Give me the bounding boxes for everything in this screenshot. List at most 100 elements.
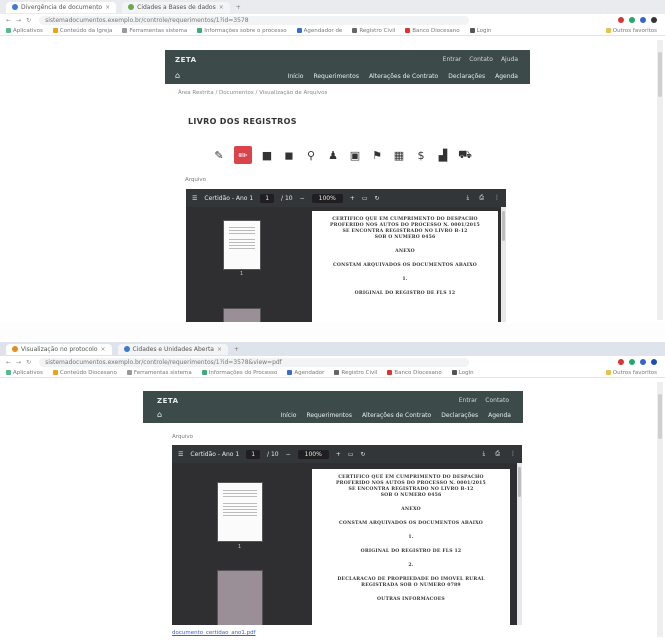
- breadcrumb[interactable]: Área Restrita / Documentos / Visualizaçã…: [178, 90, 327, 96]
- menu-item-agenda[interactable]: Agenda: [495, 73, 518, 80]
- menu-item-declarations[interactable]: Declarações: [448, 73, 485, 80]
- page-number-input[interactable]: 1: [260, 193, 275, 203]
- page-thumbnail[interactable]: [218, 483, 262, 541]
- new-tab-icon[interactable]: +: [236, 4, 241, 11]
- more-options-icon[interactable]: ⋮: [494, 194, 500, 202]
- bookmark[interactable]: Banco Diocesano: [387, 370, 442, 376]
- extension-icon[interactable]: [640, 359, 646, 365]
- bookmark[interactable]: Login: [451, 370, 474, 376]
- close-icon[interactable]: ×: [219, 4, 224, 11]
- user-icon[interactable]: ♟: [326, 148, 340, 162]
- fit-page-icon[interactable]: ▭: [348, 451, 354, 458]
- menu-item-requests[interactable]: Requerimentos: [306, 412, 352, 419]
- rounded-square-icon[interactable]: ◼: [282, 148, 296, 162]
- page-thumbnail[interactable]: [224, 309, 260, 322]
- pdf-scrollbar[interactable]: [517, 463, 522, 625]
- menu-item-requests[interactable]: Requerimentos: [313, 73, 359, 80]
- profile-icon[interactable]: [651, 359, 657, 365]
- menu-item-contract-changes[interactable]: Alterações de Contrato: [369, 73, 438, 80]
- more-options-icon[interactable]: ⋮: [510, 450, 516, 458]
- download-icon[interactable]: ⤓: [483, 450, 486, 458]
- forward-icon[interactable]: →: [16, 17, 21, 24]
- new-tab-icon[interactable]: +: [234, 346, 239, 353]
- browser-tab[interactable]: Cidades e Unidades Aberta ×: [117, 343, 229, 355]
- square-icon[interactable]: ■: [260, 148, 274, 162]
- bookmark[interactable]: Aplicativos: [6, 28, 43, 34]
- forward-icon[interactable]: →: [16, 359, 21, 366]
- fit-page-icon[interactable]: ▭: [362, 195, 368, 202]
- reload-icon[interactable]: ↻: [26, 359, 31, 366]
- bookmark[interactable]: Outros favoritos: [605, 28, 657, 34]
- page-number-input[interactable]: 1: [246, 449, 261, 459]
- url-field[interactable]: sistemadocumentos.exemplo.br/controle/re…: [39, 15, 470, 25]
- zoom-level[interactable]: 100%: [297, 449, 329, 459]
- bookmark[interactable]: Registro Civil: [352, 28, 395, 34]
- browser-tab[interactable]: Divergência de documento ×: [6, 1, 117, 13]
- close-icon[interactable]: ×: [105, 4, 110, 11]
- home-icon[interactable]: ⌂: [157, 410, 162, 419]
- zoom-level[interactable]: 100%: [311, 193, 343, 203]
- extension-icon[interactable]: [640, 17, 646, 23]
- close-icon[interactable]: ×: [217, 346, 222, 353]
- bookmark[interactable]: Banco Diocesano: [405, 28, 460, 34]
- pdf-scrollbar[interactable]: [501, 207, 506, 322]
- menu-icon[interactable]: ☰: [178, 451, 183, 458]
- zoom-in-icon[interactable]: +: [350, 195, 355, 202]
- extension-icon[interactable]: [618, 359, 624, 365]
- print-icon[interactable]: ⎙: [495, 450, 500, 458]
- download-link[interactable]: documento_certidao_ano1.pdf: [172, 630, 256, 636]
- bookmark[interactable]: Ferramentas sistema: [122, 28, 187, 34]
- menu-item-agenda[interactable]: Agenda: [488, 412, 511, 419]
- extension-icon[interactable]: [618, 17, 624, 23]
- site-logo[interactable]: ZETA: [175, 56, 197, 64]
- chart-icon[interactable]: ▟: [436, 148, 450, 162]
- home-icon[interactable]: ⌂: [175, 71, 180, 80]
- rotate-icon[interactable]: ↻: [361, 451, 366, 458]
- map-marker-icon[interactable]: ⚲: [304, 148, 318, 162]
- browser-tab[interactable]: Cidades a Bases de dados ×: [122, 1, 230, 13]
- window-scrollbar[interactable]: [657, 40, 663, 320]
- extension-icon[interactable]: [629, 359, 635, 365]
- pencil-icon[interactable]: ✏: [234, 146, 252, 164]
- reload-icon[interactable]: ↻: [26, 17, 31, 24]
- zoom-in-icon[interactable]: +: [336, 451, 341, 458]
- truck-icon[interactable]: ⛟: [458, 148, 472, 162]
- toplink-contact[interactable]: Contato: [469, 56, 493, 63]
- flag-icon[interactable]: ⚑: [370, 148, 384, 162]
- bookmark[interactable]: Conteúdo da Igreja: [52, 28, 112, 34]
- zoom-out-icon[interactable]: −: [286, 451, 291, 458]
- window-scrollbar[interactable]: [657, 382, 663, 637]
- page-thumbnail[interactable]: [224, 221, 260, 269]
- print-icon[interactable]: ⎙: [479, 194, 484, 202]
- menu-item-home[interactable]: Início: [281, 412, 297, 419]
- menu-item-contract-changes[interactable]: Alterações de Contrato: [362, 412, 431, 419]
- bookmark[interactable]: Conteúdo Diocesano: [52, 370, 117, 376]
- image-icon[interactable]: ▣: [348, 148, 362, 162]
- site-logo[interactable]: ZETA: [157, 397, 179, 405]
- page-thumbnail[interactable]: [218, 571, 262, 625]
- zoom-out-icon[interactable]: −: [300, 195, 305, 202]
- download-icon[interactable]: ⤓: [467, 194, 470, 202]
- toplink-contact[interactable]: Contato: [485, 397, 509, 404]
- calendar-icon[interactable]: ▦: [392, 148, 406, 162]
- toplink-login[interactable]: Entrar: [459, 397, 478, 404]
- url-field[interactable]: sistemadocumentos.exemplo.br/controle/re…: [39, 357, 470, 367]
- bookmark[interactable]: Outros favoritos: [605, 370, 657, 376]
- extension-icon[interactable]: [629, 17, 635, 23]
- bookmark[interactable]: Aplicativos: [6, 370, 43, 376]
- rotate-icon[interactable]: ↻: [375, 195, 380, 202]
- profile-icon[interactable]: [651, 17, 657, 23]
- menu-icon[interactable]: ☰: [192, 195, 197, 202]
- back-icon[interactable]: ←: [6, 17, 11, 24]
- toplink-login[interactable]: Entrar: [443, 56, 462, 63]
- menu-item-declarations[interactable]: Declarações: [441, 412, 478, 419]
- bookmark[interactable]: Agendador de: [296, 28, 342, 34]
- close-icon[interactable]: ×: [101, 346, 106, 353]
- bookmark[interactable]: Registro Civil: [334, 370, 377, 376]
- browser-tab[interactable]: Visualização no protocolo ×: [6, 343, 112, 355]
- menu-item-home[interactable]: Início: [288, 73, 304, 80]
- bookmark[interactable]: Ferramentas sistema: [126, 370, 192, 376]
- back-icon[interactable]: ←: [6, 359, 11, 366]
- pin-icon[interactable]: ✎: [212, 148, 226, 162]
- bookmark[interactable]: Informações sobre o processo: [197, 28, 287, 34]
